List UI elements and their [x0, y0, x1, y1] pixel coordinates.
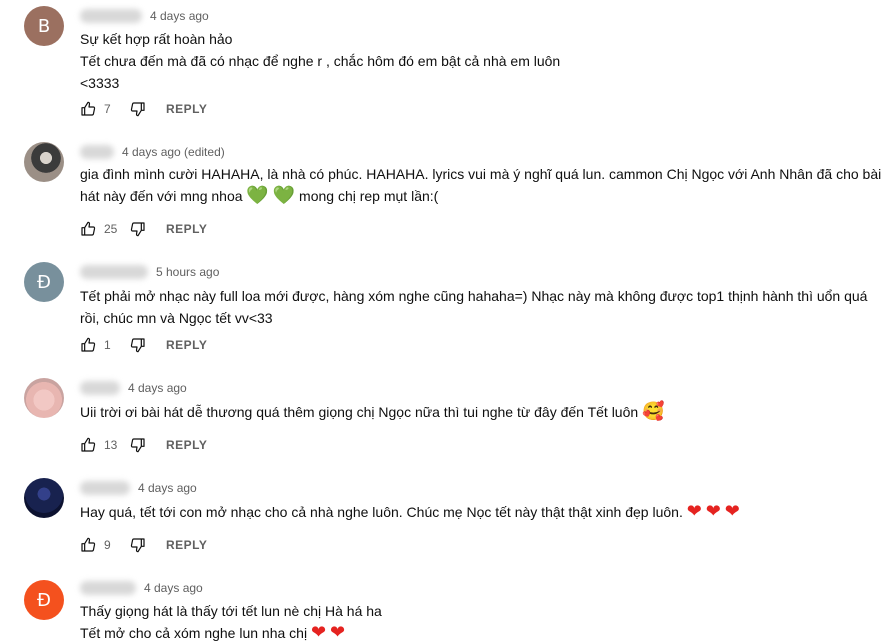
red-heart-emoji: ❤: [724, 501, 740, 522]
comment-header: 4 days ago: [80, 378, 187, 398]
comment-text: Sự kết hợp rất hoàn hảo Tết chưa đến mà …: [80, 31, 561, 91]
red-heart-emoji: ❤: [705, 501, 721, 522]
comment-date[interactable]: 5 hours ago: [156, 265, 219, 279]
comment-header: 4 days ago: [80, 478, 197, 498]
author-name-redacted[interactable]: [80, 481, 130, 495]
comment-header: 4 days ago: [80, 578, 203, 598]
comment-date[interactable]: 4 days ago: [150, 9, 209, 23]
comment-actions: 1 REPLY: [80, 335, 207, 355]
like-count: 1: [104, 338, 111, 352]
thumbs-down-icon[interactable]: [130, 437, 146, 453]
like-count: 13: [104, 438, 118, 452]
author-name-redacted[interactable]: [80, 381, 120, 395]
comment-text: Thấy giọng hát là thấy tới tết lun nè ch…: [80, 603, 382, 643]
avatar[interactable]: [24, 478, 64, 518]
reply-button[interactable]: REPLY: [166, 438, 207, 452]
comment-text: Uii trời ơi bài hát dễ thương quá thêm g…: [80, 401, 665, 422]
red-heart-emoji: ❤: [686, 501, 702, 522]
comment-text: Hay quá, tết tới con mở nhạc cho cả nhà …: [80, 501, 740, 522]
author-name-redacted[interactable]: [80, 145, 114, 159]
comment-actions: 9 REPLY: [80, 535, 207, 555]
avatar[interactable]: [24, 142, 64, 182]
author-name-redacted[interactable]: [80, 581, 136, 595]
thumbs-down-icon[interactable]: [130, 337, 146, 353]
thumbs-down-icon[interactable]: [130, 537, 146, 553]
avatar[interactable]: B: [24, 6, 64, 46]
thumbs-up-icon[interactable]: [80, 537, 96, 553]
comment-date[interactable]: 4 days ago (edited): [122, 145, 225, 159]
red-heart-emoji: ❤: [310, 622, 327, 643]
reply-button[interactable]: REPLY: [166, 222, 207, 236]
reply-button[interactable]: REPLY: [166, 338, 207, 352]
comment-date[interactable]: 4 days ago: [138, 481, 197, 495]
comment-date[interactable]: 4 days ago: [128, 381, 187, 395]
smiling-face-with-hearts-emoji: 🥰: [642, 401, 665, 422]
comment-header: 4 days ago: [80, 6, 209, 26]
comment-date[interactable]: 4 days ago: [144, 581, 203, 595]
comment-header: 4 days ago (edited): [80, 142, 225, 162]
comment-actions: 7 REPLY: [80, 99, 207, 119]
comment-text: gia đình mình cười HAHAHA, là nhà có phú…: [80, 166, 882, 206]
thumbs-up-icon[interactable]: [80, 437, 96, 453]
reply-button[interactable]: REPLY: [166, 102, 207, 116]
thumbs-up-icon[interactable]: [80, 221, 96, 237]
like-count: 7: [104, 102, 111, 116]
author-name-redacted[interactable]: [80, 9, 142, 23]
comment-actions: 13 REPLY: [80, 435, 207, 455]
avatar[interactable]: Đ: [24, 262, 64, 302]
reply-button[interactable]: REPLY: [166, 538, 207, 552]
avatar[interactable]: [24, 378, 64, 418]
thumbs-down-icon[interactable]: [130, 221, 146, 237]
like-count: 9: [104, 538, 111, 552]
red-heart-emoji: ❤: [329, 622, 346, 643]
green-heart-emoji: 💚: [246, 185, 269, 206]
like-count: 25: [104, 222, 118, 236]
comment-actions: 25 REPLY: [80, 219, 207, 239]
avatar[interactable]: Đ: [24, 580, 64, 620]
comment-item: B 4 days ago Sự kết hợp rất hoàn hảo Tết…: [0, 0, 894, 122]
green-heart-emoji: 💚: [272, 185, 296, 206]
comment-header: 5 hours ago: [80, 262, 219, 282]
author-name-redacted[interactable]: [80, 265, 148, 279]
thumbs-down-icon[interactable]: [130, 101, 146, 117]
thumbs-up-icon[interactable]: [80, 101, 96, 117]
thumbs-up-icon[interactable]: [80, 337, 96, 353]
comment-text: Tết phải mở nhạc này full loa mới được, …: [80, 288, 868, 326]
